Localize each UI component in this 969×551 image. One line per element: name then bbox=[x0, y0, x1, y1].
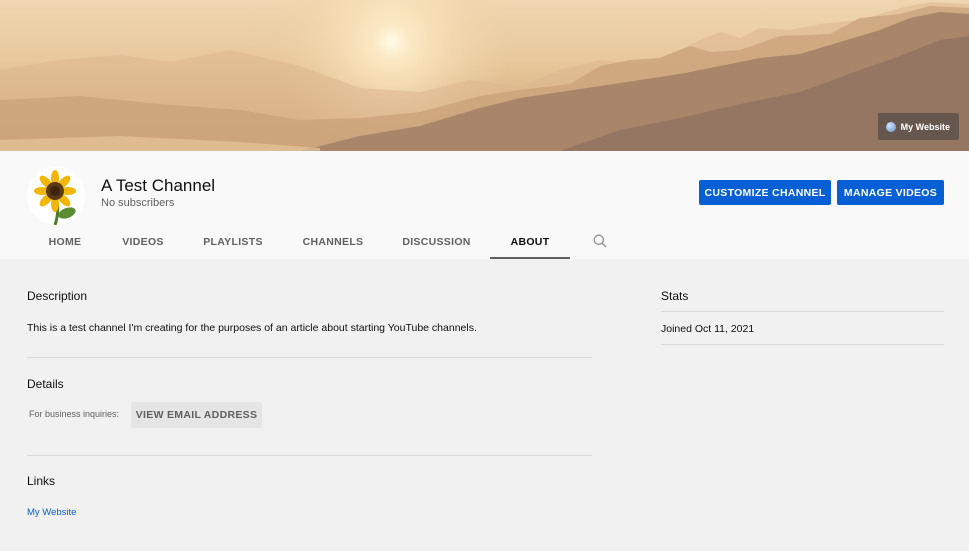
tab-channels[interactable]: CHANNELS bbox=[283, 227, 383, 259]
channel-header: A Test Channel No subscribers CUSTOMIZE … bbox=[0, 151, 969, 259]
description-heading: Description bbox=[27, 289, 88, 303]
banner-link-label: My Website bbox=[900, 121, 950, 132]
globe-icon bbox=[885, 121, 896, 132]
view-email-button[interactable]: VIEW EMAIL ADDRESS bbox=[131, 402, 262, 428]
divider bbox=[27, 357, 592, 358]
channel-search-button[interactable] bbox=[570, 227, 630, 259]
banner-mountain-image bbox=[0, 0, 969, 151]
joined-date: Joined Oct 11, 2021 bbox=[661, 323, 755, 335]
links-heading: Links bbox=[27, 474, 56, 488]
channel-tabs: HOME VIDEOS PLAYLISTS CHANNELS DISCUSSIO… bbox=[27, 227, 630, 259]
channel-name: A Test Channel bbox=[101, 176, 216, 195]
tab-playlists[interactable]: PLAYLISTS bbox=[183, 227, 283, 259]
channel-banner: My Website bbox=[0, 0, 969, 151]
banner-website-link[interactable]: My Website bbox=[877, 113, 959, 140]
business-inquiries-label: For business inquiries: bbox=[29, 409, 120, 419]
description-text: This is a test channel I'm creating for … bbox=[27, 322, 477, 334]
tab-home[interactable]: HOME bbox=[27, 227, 103, 259]
divider bbox=[661, 344, 944, 345]
website-link[interactable]: My Website bbox=[27, 507, 76, 518]
manage-videos-button[interactable]: MANAGE VIDEOS bbox=[837, 180, 944, 205]
stats-heading: Stats bbox=[661, 289, 689, 303]
subscriber-count: No subscribers bbox=[101, 197, 175, 209]
tab-about[interactable]: ABOUT bbox=[490, 227, 570, 259]
sunflower-icon bbox=[27, 167, 85, 225]
divider bbox=[661, 311, 944, 312]
about-page: Description This is a test channel I'm c… bbox=[0, 259, 969, 551]
details-heading: Details bbox=[27, 377, 64, 391]
customize-channel-button[interactable]: CUSTOMIZE CHANNEL bbox=[699, 180, 831, 205]
tab-videos[interactable]: VIDEOS bbox=[103, 227, 183, 259]
tab-discussion[interactable]: DISCUSSION bbox=[383, 227, 490, 259]
sunflower-avatar[interactable] bbox=[27, 167, 85, 225]
search-icon bbox=[593, 234, 607, 248]
divider bbox=[27, 455, 592, 456]
